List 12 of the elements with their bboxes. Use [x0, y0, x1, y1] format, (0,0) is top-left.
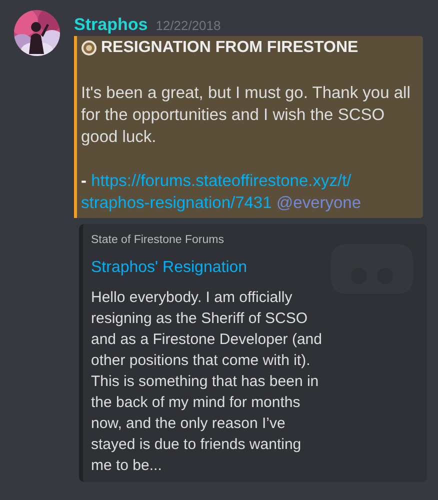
timestamp: 12/22/2018: [156, 17, 221, 35]
dash-text: -: [81, 172, 86, 190]
message-text: It's been a great, but I must go. Thank you all for the opportunities and I wish the SCSO good luck.: [81, 83, 411, 148]
embed-provider: State of Firestone Forums: [91, 233, 225, 248]
quote-title: RESIGNATION FROM FIRESTONE: [101, 38, 358, 58]
forum-link[interactable]: https://forums.stateoffirestone.xyz/t/: [91, 172, 352, 190]
seal-icon: [81, 40, 97, 56]
embed-description: Hello everybody. I am officially resigning as the Sheriff of SCSO and as a Firestone Developer (and other positions that come with it). This is something that has been in the back of my mind for months now, and the only reason I’ve stayed is due to friends wanting me to be...: [91, 288, 323, 476]
forum-link[interactable]: straphos-resignation/7431: [81, 194, 272, 212]
embed-title[interactable]: Straphos' Resignation: [91, 258, 427, 278]
author-name[interactable]: Straphos: [74, 12, 148, 38]
mention-tag[interactable]: @everyone: [276, 194, 362, 212]
